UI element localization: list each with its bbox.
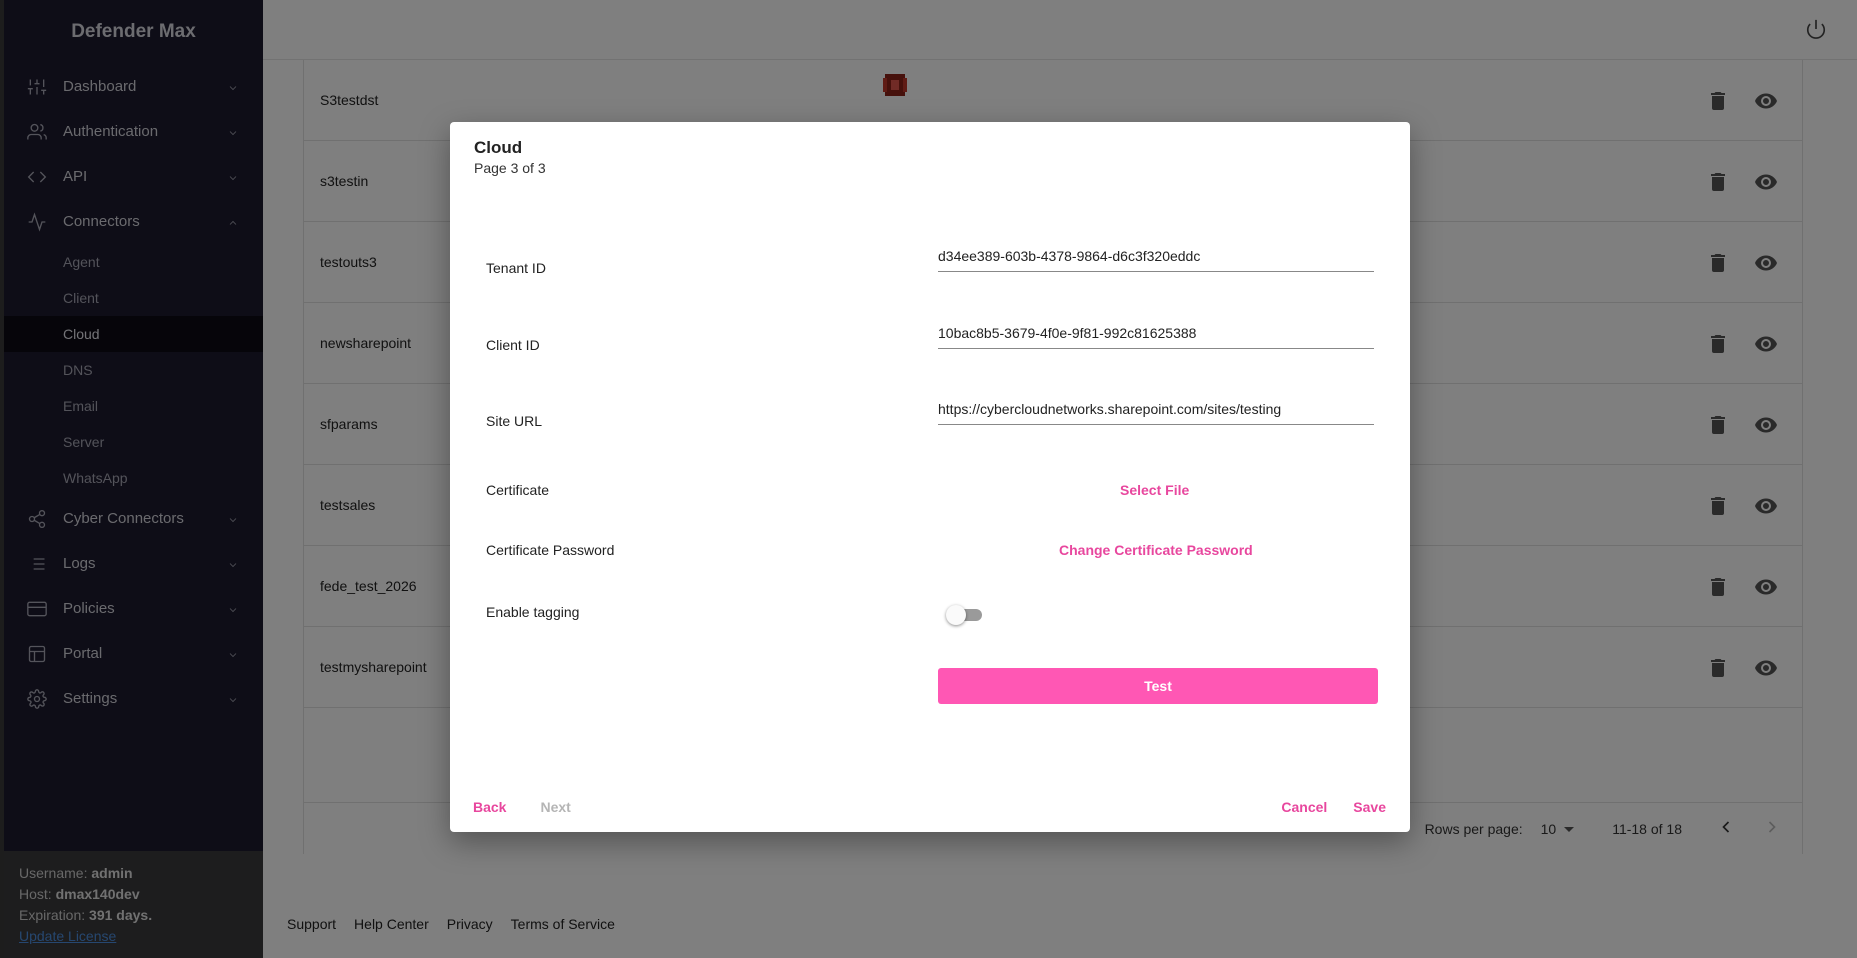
tenant-id-input[interactable]: d34ee389-603b-4378-9864-d6c3f320eddc xyxy=(938,242,1374,272)
site-url-label: Site URL xyxy=(486,413,543,429)
cloud-dialog: Cloud Page 3 of 3 Tenant ID d34ee389-603… xyxy=(450,122,1410,832)
enable-tagging-label: Enable tagging xyxy=(486,604,580,620)
change-certificate-password-button[interactable]: Change Certificate Password xyxy=(1059,542,1253,558)
save-button[interactable]: Save xyxy=(1353,799,1386,815)
next-button[interactable]: Next xyxy=(540,799,570,815)
dialog-subtitle: Page 3 of 3 xyxy=(474,160,546,176)
certificate-label: Certificate xyxy=(486,482,550,498)
select-file-button[interactable]: Select File xyxy=(1120,482,1189,498)
client-id-label: Client ID xyxy=(486,337,540,353)
tenant-id-label: Tenant ID xyxy=(486,260,546,276)
back-button[interactable]: Back xyxy=(473,799,506,815)
cancel-button[interactable]: Cancel xyxy=(1281,799,1327,815)
test-button[interactable]: Test xyxy=(938,668,1378,704)
enable-tagging-toggle[interactable] xyxy=(946,604,984,625)
client-id-input[interactable]: 10bac8b5-3679-4f0e-9f81-992c81625388 xyxy=(938,319,1374,349)
site-url-input[interactable]: https://cybercloudnetworks.sharepoint.co… xyxy=(938,395,1374,425)
dialog-title: Cloud xyxy=(474,138,523,157)
certificate-password-label: Certificate Password xyxy=(486,542,615,558)
